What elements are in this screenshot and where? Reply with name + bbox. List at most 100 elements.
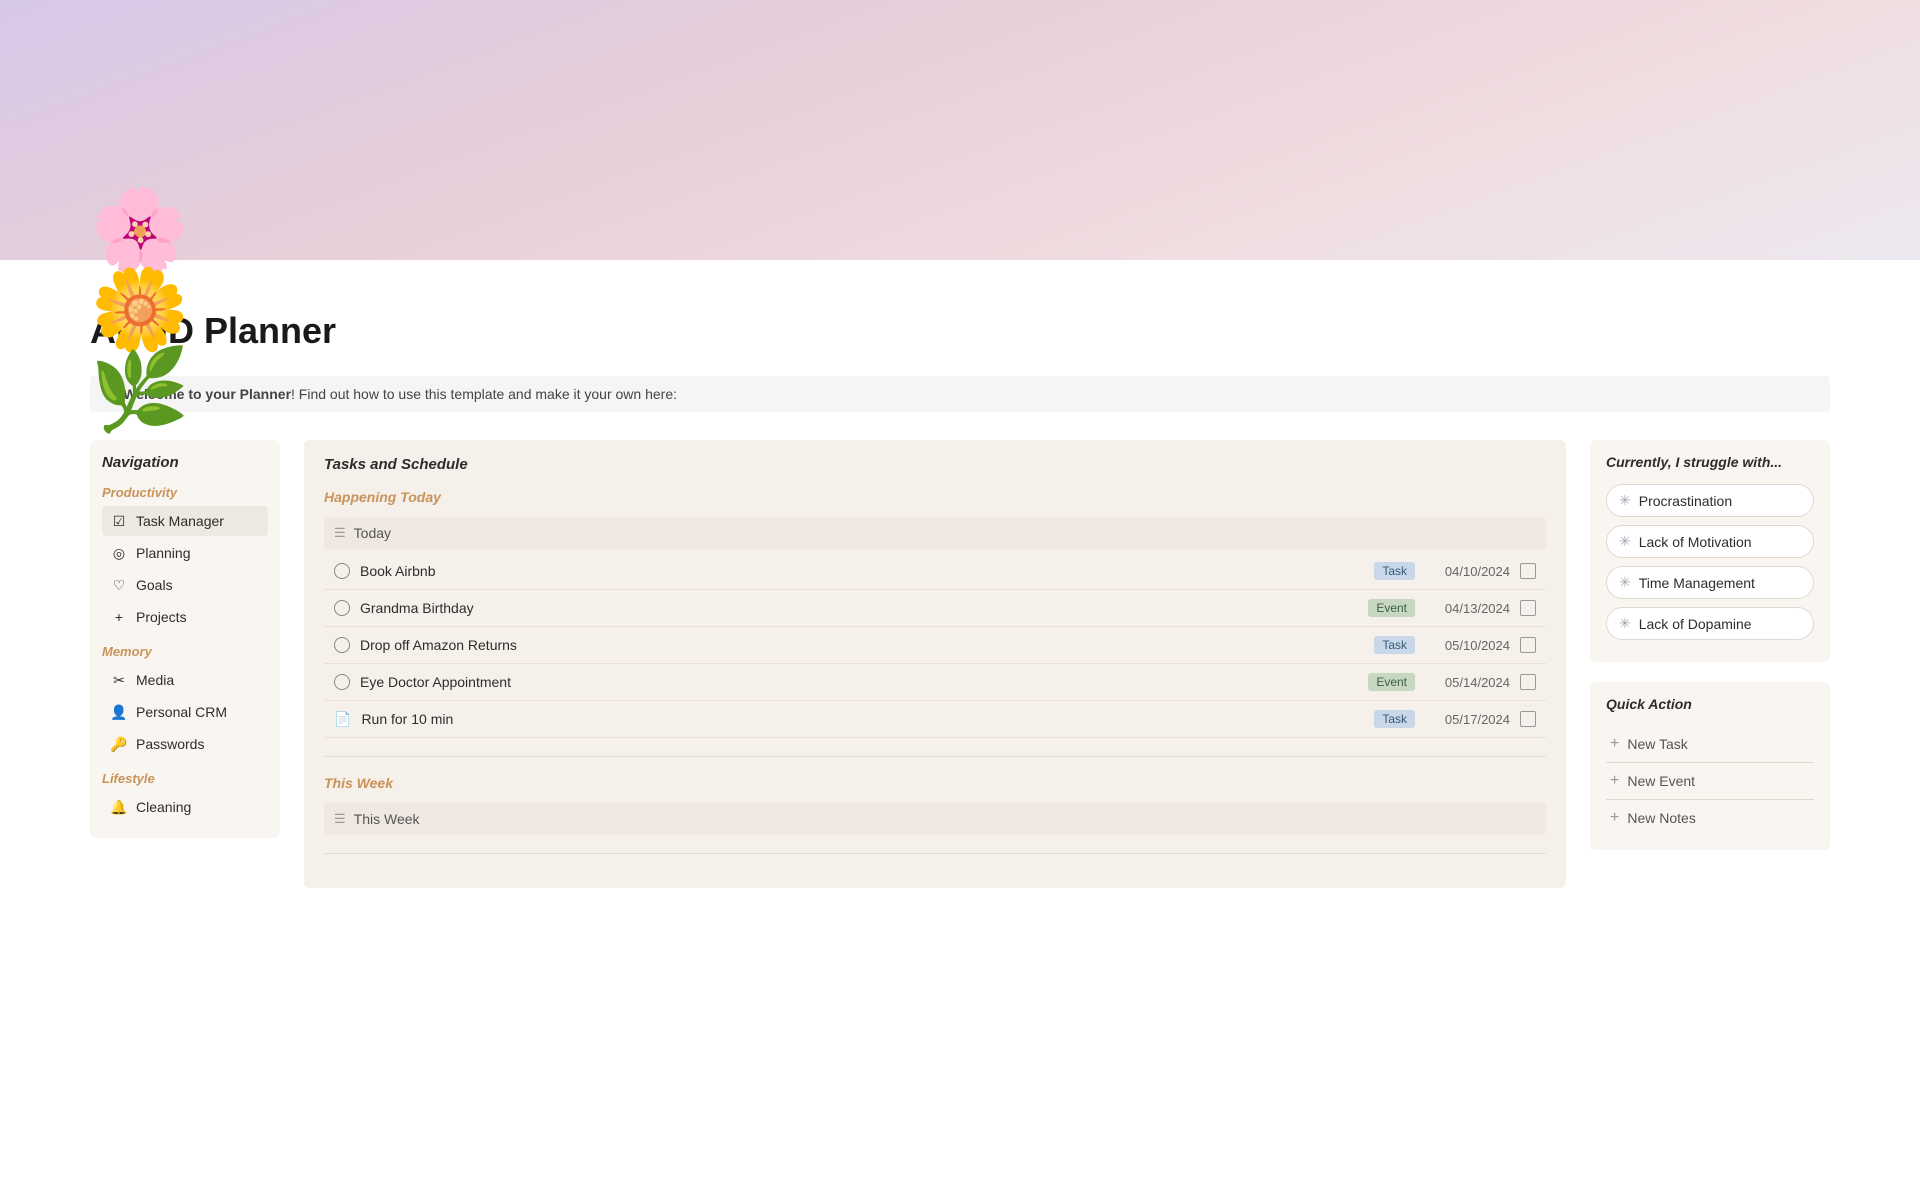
this-week-heading: This Week xyxy=(324,775,1546,791)
task-checkbox[interactable] xyxy=(1520,674,1536,690)
page-content: ADHD Planner ▶ Welcome to your Planner! … xyxy=(0,310,1920,928)
doc-icon: 📄 xyxy=(334,711,351,728)
task-circle[interactable] xyxy=(334,600,350,616)
projects-icon: + xyxy=(110,608,128,626)
right-panel: Currently, I struggle with... ✳ Procrast… xyxy=(1590,440,1830,850)
sidebar-label-planning: Planning xyxy=(136,545,191,561)
personal-crm-icon: 👤 xyxy=(110,703,128,721)
sidebar: Navigation Productivity ☑ Task Manager ◎… xyxy=(90,440,280,838)
task-type-badge: Task xyxy=(1374,636,1415,654)
list-icon: ☰ xyxy=(334,525,346,541)
struggle-label: Lack of Motivation xyxy=(1639,534,1752,550)
task-name: Grandma Birthday xyxy=(360,600,1358,616)
sidebar-item-cleaning[interactable]: 🔔 Cleaning xyxy=(102,792,268,822)
task-date: 05/14/2024 xyxy=(1425,675,1510,690)
list-icon-2: ☰ xyxy=(334,811,346,827)
task-date: 04/10/2024 xyxy=(1425,564,1510,579)
task-name: Eye Doctor Appointment xyxy=(360,674,1358,690)
sidebar-item-media[interactable]: ✂ Media xyxy=(102,665,268,695)
struggles-title: Currently, I struggle with... xyxy=(1606,454,1814,470)
sidebar-label-personal-crm: Personal CRM xyxy=(136,704,227,720)
sidebar-section-productivity: Productivity xyxy=(102,485,268,500)
quick-action-label: New Notes xyxy=(1627,810,1695,826)
tasks-panel-title: Tasks and Schedule xyxy=(324,456,1546,473)
task-date: 05/10/2024 xyxy=(1425,638,1510,653)
passwords-icon: 🔑 xyxy=(110,735,128,753)
welcome-banner[interactable]: ▶ Welcome to your Planner! Find out how … xyxy=(90,376,1830,412)
task-name: Drop off Amazon Returns xyxy=(360,637,1364,653)
table-row: Eye Doctor Appointment Event 05/14/2024 xyxy=(324,664,1546,701)
plus-icon: + xyxy=(1610,809,1619,827)
happening-today-heading: Happening Today xyxy=(324,489,1546,505)
quick-action-new-task[interactable]: + New Task xyxy=(1606,726,1814,763)
struggle-item-time-management[interactable]: ✳ Time Management xyxy=(1606,566,1814,599)
today-table-header: ☰ Today xyxy=(324,517,1546,549)
quick-action-new-event[interactable]: + New Event xyxy=(1606,763,1814,800)
struggle-item-dopamine[interactable]: ✳ Lack of Dopamine xyxy=(1606,607,1814,640)
task-name: Run for 10 min xyxy=(361,711,1364,727)
task-circle[interactable] xyxy=(334,563,350,579)
quick-action-title: Quick Action xyxy=(1606,696,1814,712)
star-icon: ✳ xyxy=(1619,574,1631,591)
struggle-item-procrastination[interactable]: ✳ Procrastination xyxy=(1606,484,1814,517)
sidebar-section-memory: Memory xyxy=(102,644,268,659)
welcome-text: Welcome to your Planner! Find out how to… xyxy=(123,386,677,402)
struggle-label: Lack of Dopamine xyxy=(1639,616,1752,632)
task-checkbox[interactable] xyxy=(1520,600,1536,616)
sidebar-item-projects[interactable]: + Projects xyxy=(102,602,268,632)
task-type-badge: Event xyxy=(1368,673,1415,691)
struggle-label: Time Management xyxy=(1639,575,1755,591)
plus-icon: + xyxy=(1610,735,1619,753)
media-icon: ✂ xyxy=(110,671,128,689)
sidebar-label-media: Media xyxy=(136,672,174,688)
star-icon: ✳ xyxy=(1619,533,1631,550)
flower-decoration: 🌸🌼🌿 xyxy=(90,190,210,290)
sidebar-item-planning[interactable]: ◎ Planning xyxy=(102,538,268,568)
sidebar-label-passwords: Passwords xyxy=(136,736,204,752)
task-circle[interactable] xyxy=(334,637,350,653)
tasks-panel: Tasks and Schedule Happening Today ☰ Tod… xyxy=(304,440,1566,888)
table-row: Drop off Amazon Returns Task 05/10/2024 xyxy=(324,627,1546,664)
table-row: 📄 Run for 10 min Task 05/17/2024 xyxy=(324,701,1546,738)
task-circle[interactable] xyxy=(334,674,350,690)
task-type-badge: Task xyxy=(1374,562,1415,580)
sidebar-item-passwords[interactable]: 🔑 Passwords xyxy=(102,729,268,759)
sidebar-item-goals[interactable]: ♡ Goals xyxy=(102,570,268,600)
this-week-table-header: ☰ This Week xyxy=(324,803,1546,835)
struggles-panel: Currently, I struggle with... ✳ Procrast… xyxy=(1590,440,1830,662)
goals-icon: ♡ xyxy=(110,576,128,594)
quick-action-new-notes[interactable]: + New Notes xyxy=(1606,800,1814,836)
struggle-label: Procrastination xyxy=(1639,493,1732,509)
quick-action-label: New Event xyxy=(1627,773,1695,789)
table-row: Book Airbnb Task 04/10/2024 xyxy=(324,553,1546,590)
task-manager-icon: ☑ xyxy=(110,512,128,530)
star-icon: ✳ xyxy=(1619,492,1631,509)
sidebar-item-task-manager[interactable]: ☑ Task Manager xyxy=(102,506,268,536)
sidebar-label-goals: Goals xyxy=(136,577,173,593)
plus-icon: + xyxy=(1610,772,1619,790)
sidebar-label-projects: Projects xyxy=(136,609,187,625)
task-name: Book Airbnb xyxy=(360,563,1364,579)
sidebar-title: Navigation xyxy=(102,454,268,471)
table-row: Grandma Birthday Event 04/13/2024 xyxy=(324,590,1546,627)
sidebar-item-personal-crm[interactable]: 👤 Personal CRM xyxy=(102,697,268,727)
task-date: 05/17/2024 xyxy=(1425,712,1510,727)
page-title: ADHD Planner xyxy=(90,310,1830,352)
sidebar-label-cleaning: Cleaning xyxy=(136,799,191,815)
section-divider xyxy=(324,756,1546,757)
main-layout: Navigation Productivity ☑ Task Manager ◎… xyxy=(90,440,1830,888)
task-checkbox[interactable] xyxy=(1520,711,1536,727)
cleaning-icon: 🔔 xyxy=(110,798,128,816)
section-divider-2 xyxy=(324,853,1546,854)
task-checkbox[interactable] xyxy=(1520,563,1536,579)
task-type-badge: Event xyxy=(1368,599,1415,617)
sidebar-section-lifestyle: Lifestyle xyxy=(102,771,268,786)
quick-action-panel: Quick Action + New Task + New Event + Ne… xyxy=(1590,682,1830,850)
planning-icon: ◎ xyxy=(110,544,128,562)
quick-action-label: New Task xyxy=(1627,736,1687,752)
task-checkbox[interactable] xyxy=(1520,637,1536,653)
struggle-item-motivation[interactable]: ✳ Lack of Motivation xyxy=(1606,525,1814,558)
task-type-badge: Task xyxy=(1374,710,1415,728)
sidebar-label-task-manager: Task Manager xyxy=(136,513,224,529)
task-date: 04/13/2024 xyxy=(1425,601,1510,616)
